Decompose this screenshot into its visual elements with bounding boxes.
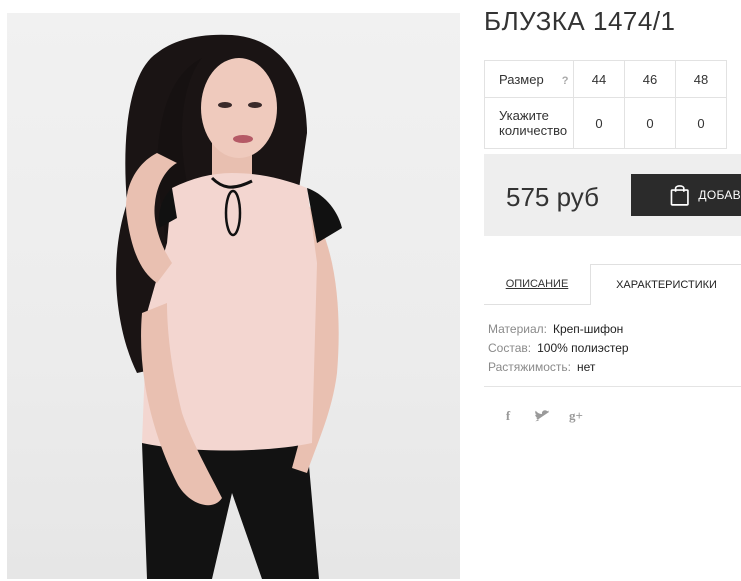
characteristic-row: Состав: 100% полиэстер <box>488 339 629 358</box>
characteristic-key: Состав: <box>488 341 532 355</box>
characteristic-value: Креп-шифон <box>552 322 624 336</box>
divider <box>484 386 741 387</box>
add-to-cart-label: ДОБАВ <box>698 188 741 202</box>
characteristic-row: Растяжимость: нет <box>488 358 629 377</box>
size-44: 44 <box>573 60 625 98</box>
size-table: Размер? 44 46 48 Укажите количество 0 0 … <box>484 60 727 149</box>
model-illustration <box>116 34 342 579</box>
characteristic-value: нет <box>577 360 596 374</box>
googleplus-glyph: g+ <box>569 408 583 423</box>
quantity-input-46[interactable]: 0 <box>624 97 676 149</box>
size-label-cell: Размер? <box>484 60 574 98</box>
shopping-bag-icon <box>670 185 689 206</box>
quantity-input-44[interactable]: 0 <box>573 97 625 149</box>
tab-description-label: ОПИСАНИЕ <box>505 278 569 290</box>
product-title: БЛУЗКА 1474/1 <box>484 6 676 36</box>
facebook-glyph: f <box>505 408 511 423</box>
characteristic-key: Материал: <box>488 322 547 336</box>
quantity-input-48[interactable]: 0 <box>675 97 727 149</box>
price-box: 575 руб ДОБАВ <box>484 154 741 236</box>
size-help-icon[interactable]: ? <box>562 75 569 87</box>
add-to-cart-button[interactable]: ДОБАВ <box>631 174 741 216</box>
social-share: f g+ <box>500 407 584 425</box>
tab-characteristics-label: ХАРАКТЕРИСТИКИ <box>616 279 717 291</box>
tab-characteristics[interactable]: ХАРАКТЕРИСТИКИ <box>590 264 741 305</box>
size-48: 48 <box>675 60 727 98</box>
info-tabs: ОПИСАНИЕ ХАРАКТЕРИСТИКИ <box>484 264 741 305</box>
characteristic-key: Растяжимость: <box>488 360 572 374</box>
characteristics-list: Материал: Креп-шифон Состав: 100% полиэсте… <box>488 320 629 377</box>
twitter-icon[interactable] <box>534 407 550 425</box>
quantity-label-line1: Укажите <box>499 108 549 123</box>
googleplus-icon[interactable]: g+ <box>568 407 584 425</box>
size-label: Размер <box>499 71 544 87</box>
product-image[interactable] <box>7 13 460 579</box>
tab-description[interactable]: ОПИСАНИЕ <box>484 264 590 305</box>
quantity-label-line2: количество <box>499 123 568 138</box>
size-46: 46 <box>624 60 676 98</box>
quantity-label-cell: Укажите количество <box>484 97 574 149</box>
characteristic-value: 100% полиэстер <box>537 341 629 355</box>
characteristic-row: Материал: Креп-шифон <box>488 320 629 339</box>
facebook-icon[interactable]: f <box>500 407 516 425</box>
twitter-bird-icon <box>535 410 549 422</box>
price-amount: 575 руб <box>506 182 599 212</box>
